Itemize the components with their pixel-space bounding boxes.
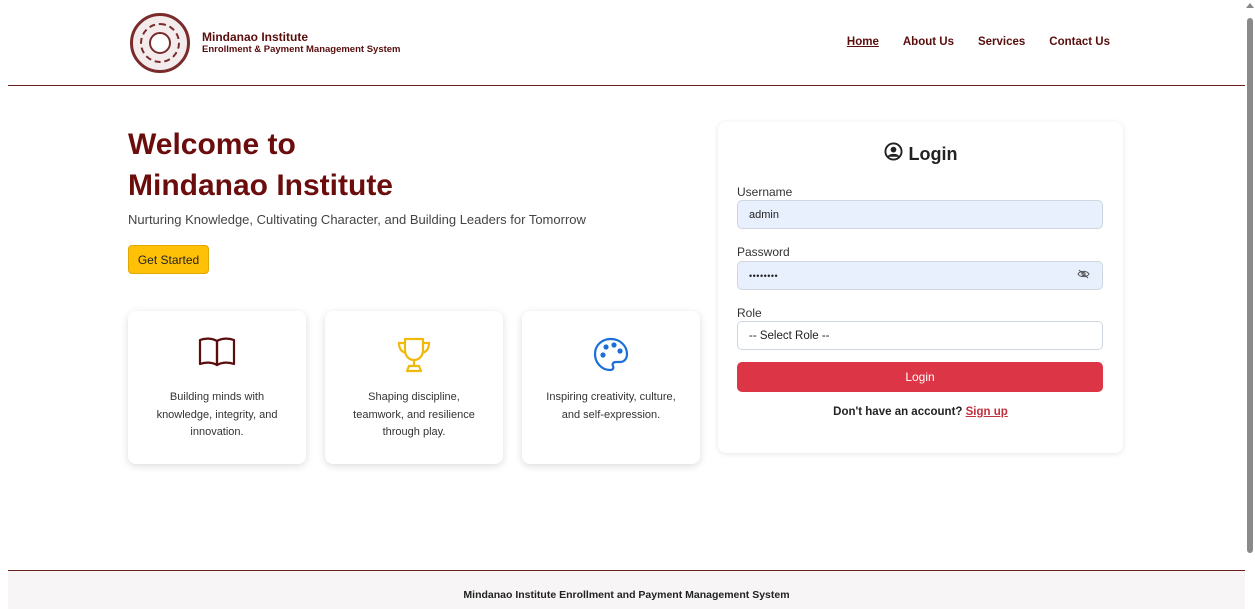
site-header: Mindanao Institute Enrollment & Payment … xyxy=(8,0,1245,86)
eye-slash-icon[interactable] xyxy=(1077,269,1090,282)
seal-core xyxy=(149,32,171,54)
feature-card-academics: Building minds with knowledge, integrity… xyxy=(128,311,306,464)
username-input[interactable]: admin xyxy=(737,200,1103,229)
role-selected-value: -- Select Role -- xyxy=(749,329,830,342)
page-scrollbar[interactable] xyxy=(1245,0,1255,609)
hero-title-line1: Welcome to xyxy=(128,128,296,161)
brand-name: Mindanao Institute xyxy=(202,30,308,44)
role-select[interactable]: -- Select Role -- xyxy=(737,321,1103,350)
login-button[interactable]: Login xyxy=(737,362,1103,392)
main-nav: Home About Us Services Contact Us xyxy=(847,36,1110,48)
signup-link[interactable]: Sign up xyxy=(966,406,1008,418)
user-circle-icon xyxy=(883,142,903,166)
scroll-thumb[interactable] xyxy=(1247,18,1253,553)
password-label: Password xyxy=(737,245,790,259)
institute-logo[interactable] xyxy=(130,13,190,73)
site-footer: Mindanao Institute Enrollment and Paymen… xyxy=(8,570,1245,609)
feature-card-text: Shaping discipline, teamwork, and resili… xyxy=(353,391,475,438)
get-started-button[interactable]: Get Started xyxy=(128,245,209,274)
username-value: admin xyxy=(749,208,779,221)
username-label: Username xyxy=(737,185,793,199)
nav-home[interactable]: Home xyxy=(847,36,879,48)
brand: Mindanao Institute Enrollment & Payment … xyxy=(202,31,401,56)
password-value: •••••••• xyxy=(749,270,779,281)
scroll-up-icon[interactable] xyxy=(1246,3,1254,8)
brand-subtitle: Enrollment & Payment Management System xyxy=(202,44,401,55)
hero-title-line2: Mindanao Institute xyxy=(128,169,393,202)
feature-card-sports: Shaping discipline, teamwork, and resili… xyxy=(325,311,503,464)
signup-prompt: Don't have an account? Sign up xyxy=(718,406,1123,418)
password-input[interactable]: •••••••• xyxy=(737,261,1103,290)
login-panel: Login Username admin Password •••••••• R… xyxy=(718,122,1123,453)
seal-ring xyxy=(140,23,180,63)
feature-card-arts: Inspiring creativity, culture, and self-… xyxy=(522,311,700,464)
login-title-text: Login xyxy=(908,143,958,164)
feature-card-text: Inspiring creativity, culture, and self-… xyxy=(546,391,676,421)
feature-card-text: Building minds with knowledge, integrity… xyxy=(156,391,278,438)
palette-icon xyxy=(522,335,700,375)
footer-text: Mindanao Institute Enrollment and Paymen… xyxy=(463,589,790,601)
role-label: Role xyxy=(737,306,762,320)
hero-title: Welcome to Mindanao Institute xyxy=(128,124,393,206)
login-title: Login xyxy=(718,142,1123,166)
trophy-icon xyxy=(325,335,503,375)
book-icon xyxy=(128,335,306,375)
signup-prompt-text: Don't have an account? xyxy=(833,406,963,418)
nav-about-us[interactable]: About Us xyxy=(903,36,954,48)
nav-services[interactable]: Services xyxy=(978,36,1025,48)
hero-subtitle: Nurturing Knowledge, Cultivating Charact… xyxy=(128,212,586,227)
nav-contact-us[interactable]: Contact Us xyxy=(1049,36,1110,48)
